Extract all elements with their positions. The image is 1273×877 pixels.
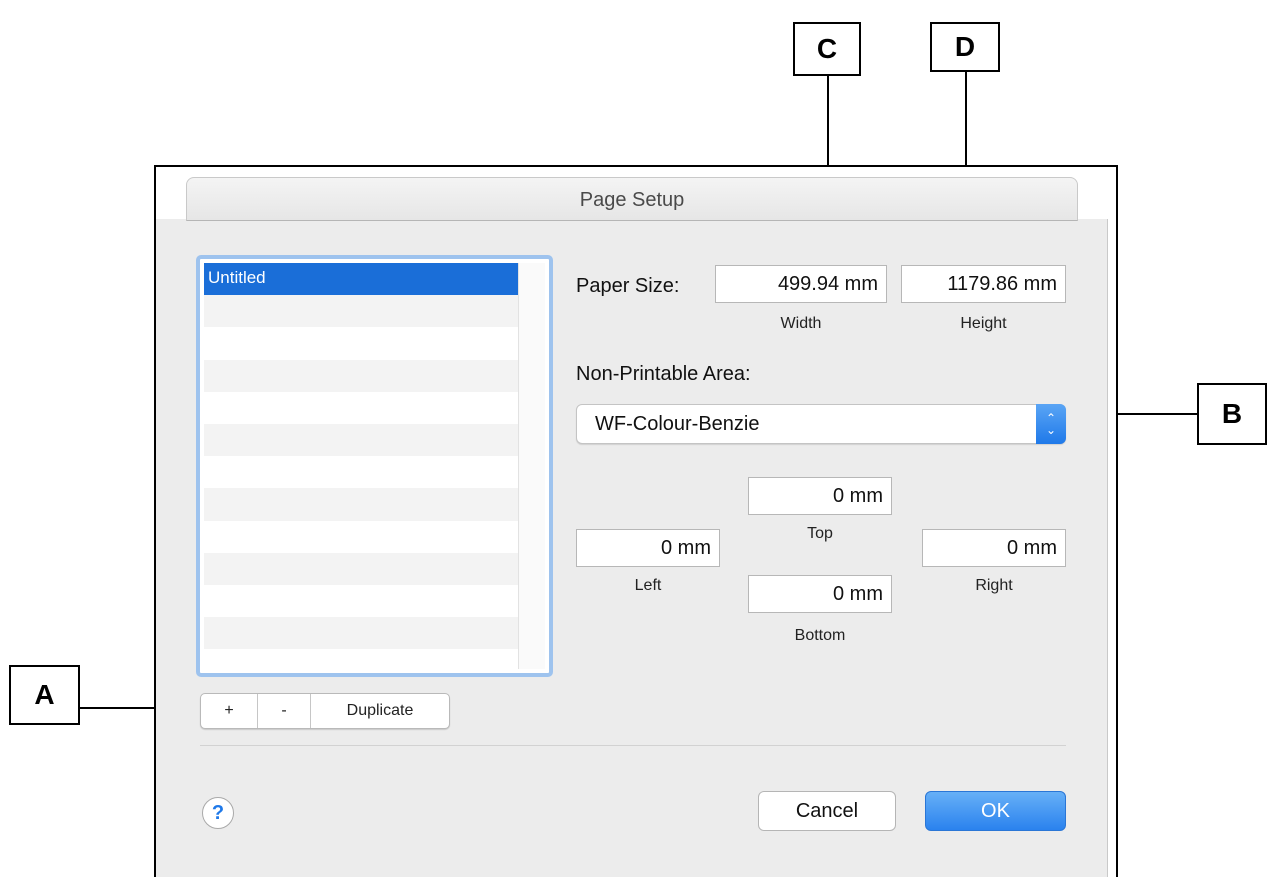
chevron-up-down-icon: ⌃ ⌄ xyxy=(1036,404,1066,444)
page-setup-screenshot: Page Setup Untitled + - Duplicate Paper … xyxy=(154,165,1118,877)
list-item[interactable] xyxy=(204,456,522,488)
list-item[interactable] xyxy=(204,327,522,359)
list-button-group: + - Duplicate xyxy=(200,693,450,729)
margin-left-label: Left xyxy=(634,577,662,594)
list-item[interactable] xyxy=(204,423,522,457)
list-item[interactable] xyxy=(204,359,522,392)
help-button[interactable]: ? xyxy=(202,797,234,829)
ok-button[interactable]: OK xyxy=(925,791,1066,831)
non-printable-area-label: Non-Printable Area: xyxy=(576,363,751,385)
cancel-button[interactable]: Cancel xyxy=(758,791,896,831)
margin-bottom-field[interactable]: 0 mm xyxy=(748,575,892,613)
callout-d: D xyxy=(930,22,1000,72)
list-item[interactable] xyxy=(204,521,522,553)
remove-button[interactable]: - xyxy=(258,694,311,728)
paper-height-label: Height xyxy=(960,315,1007,332)
margin-top-label: Top xyxy=(807,525,833,542)
callout-b: B xyxy=(1197,383,1267,445)
list-item[interactable] xyxy=(204,585,522,617)
question-mark-icon: ? xyxy=(211,802,225,824)
list-scrollbar[interactable] xyxy=(518,263,545,669)
margin-left-field[interactable]: 0 mm xyxy=(576,529,720,567)
margin-top-field[interactable]: 0 mm xyxy=(748,477,892,515)
paper-width-label: Width xyxy=(780,315,822,332)
paper-height-field[interactable]: 1179.86 mm xyxy=(901,265,1066,303)
list-item[interactable] xyxy=(204,295,522,328)
callout-a: A xyxy=(9,665,80,725)
list-item[interactable] xyxy=(204,488,522,521)
add-button[interactable]: + xyxy=(201,694,258,728)
list-item[interactable] xyxy=(204,649,522,669)
list-item[interactable] xyxy=(204,552,522,585)
list-item[interactable]: Untitled xyxy=(204,263,522,296)
divider xyxy=(200,745,1066,746)
paper-width-field[interactable]: 499.94 mm xyxy=(715,265,887,303)
list-item[interactable] xyxy=(204,617,522,650)
paper-size-label: Paper Size: xyxy=(576,275,680,297)
printer-select-value: WF-Colour-Benzie xyxy=(595,413,760,435)
margin-right-field[interactable]: 0 mm xyxy=(922,529,1066,567)
margin-right-label: Right xyxy=(975,577,1013,594)
page-size-list[interactable]: Untitled xyxy=(196,255,553,677)
page-size-list-rows: Untitled xyxy=(204,263,522,669)
list-item[interactable] xyxy=(204,392,522,424)
printer-select[interactable]: WF-Colour-Benzie ⌃ ⌄ xyxy=(576,404,1066,444)
callout-c: C xyxy=(793,22,861,76)
margin-bottom-label: Bottom xyxy=(794,627,846,644)
duplicate-button[interactable]: Duplicate xyxy=(311,694,449,728)
